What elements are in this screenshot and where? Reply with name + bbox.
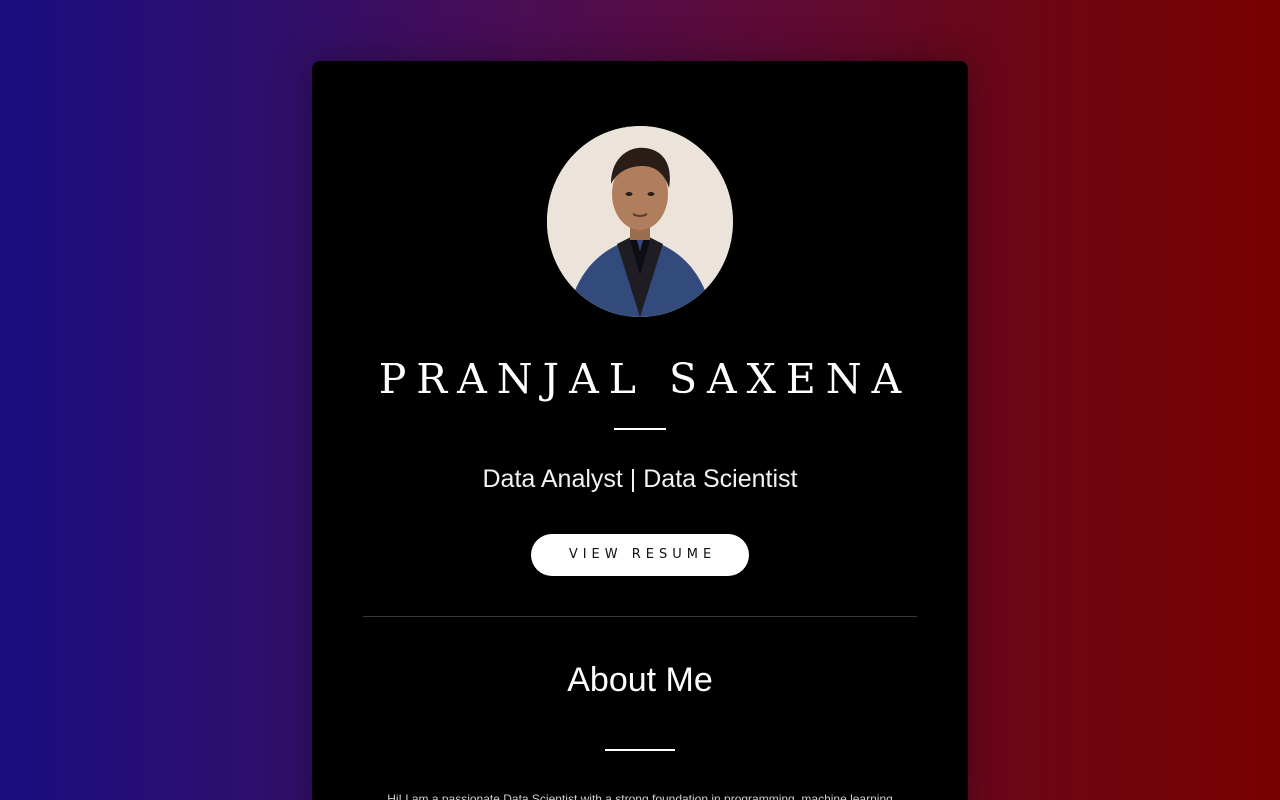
about-text: Hi! I am a passionate Data Scientist wit… bbox=[387, 792, 893, 800]
name-underline bbox=[614, 428, 666, 430]
view-resume-button[interactable]: VIEW RESUME bbox=[531, 534, 749, 576]
about-underline bbox=[605, 749, 675, 751]
about-heading: About Me bbox=[567, 661, 713, 699]
profile-title: Data Analyst | Data Scientist bbox=[482, 465, 798, 493]
avatar bbox=[547, 126, 733, 317]
profile-card: PRANJAL SAXENA Data Analyst | Data Scien… bbox=[312, 61, 968, 800]
section-divider bbox=[363, 616, 917, 617]
profile-name: PRANJAL SAXENA bbox=[378, 355, 912, 403]
profile-photo-icon bbox=[547, 126, 733, 317]
